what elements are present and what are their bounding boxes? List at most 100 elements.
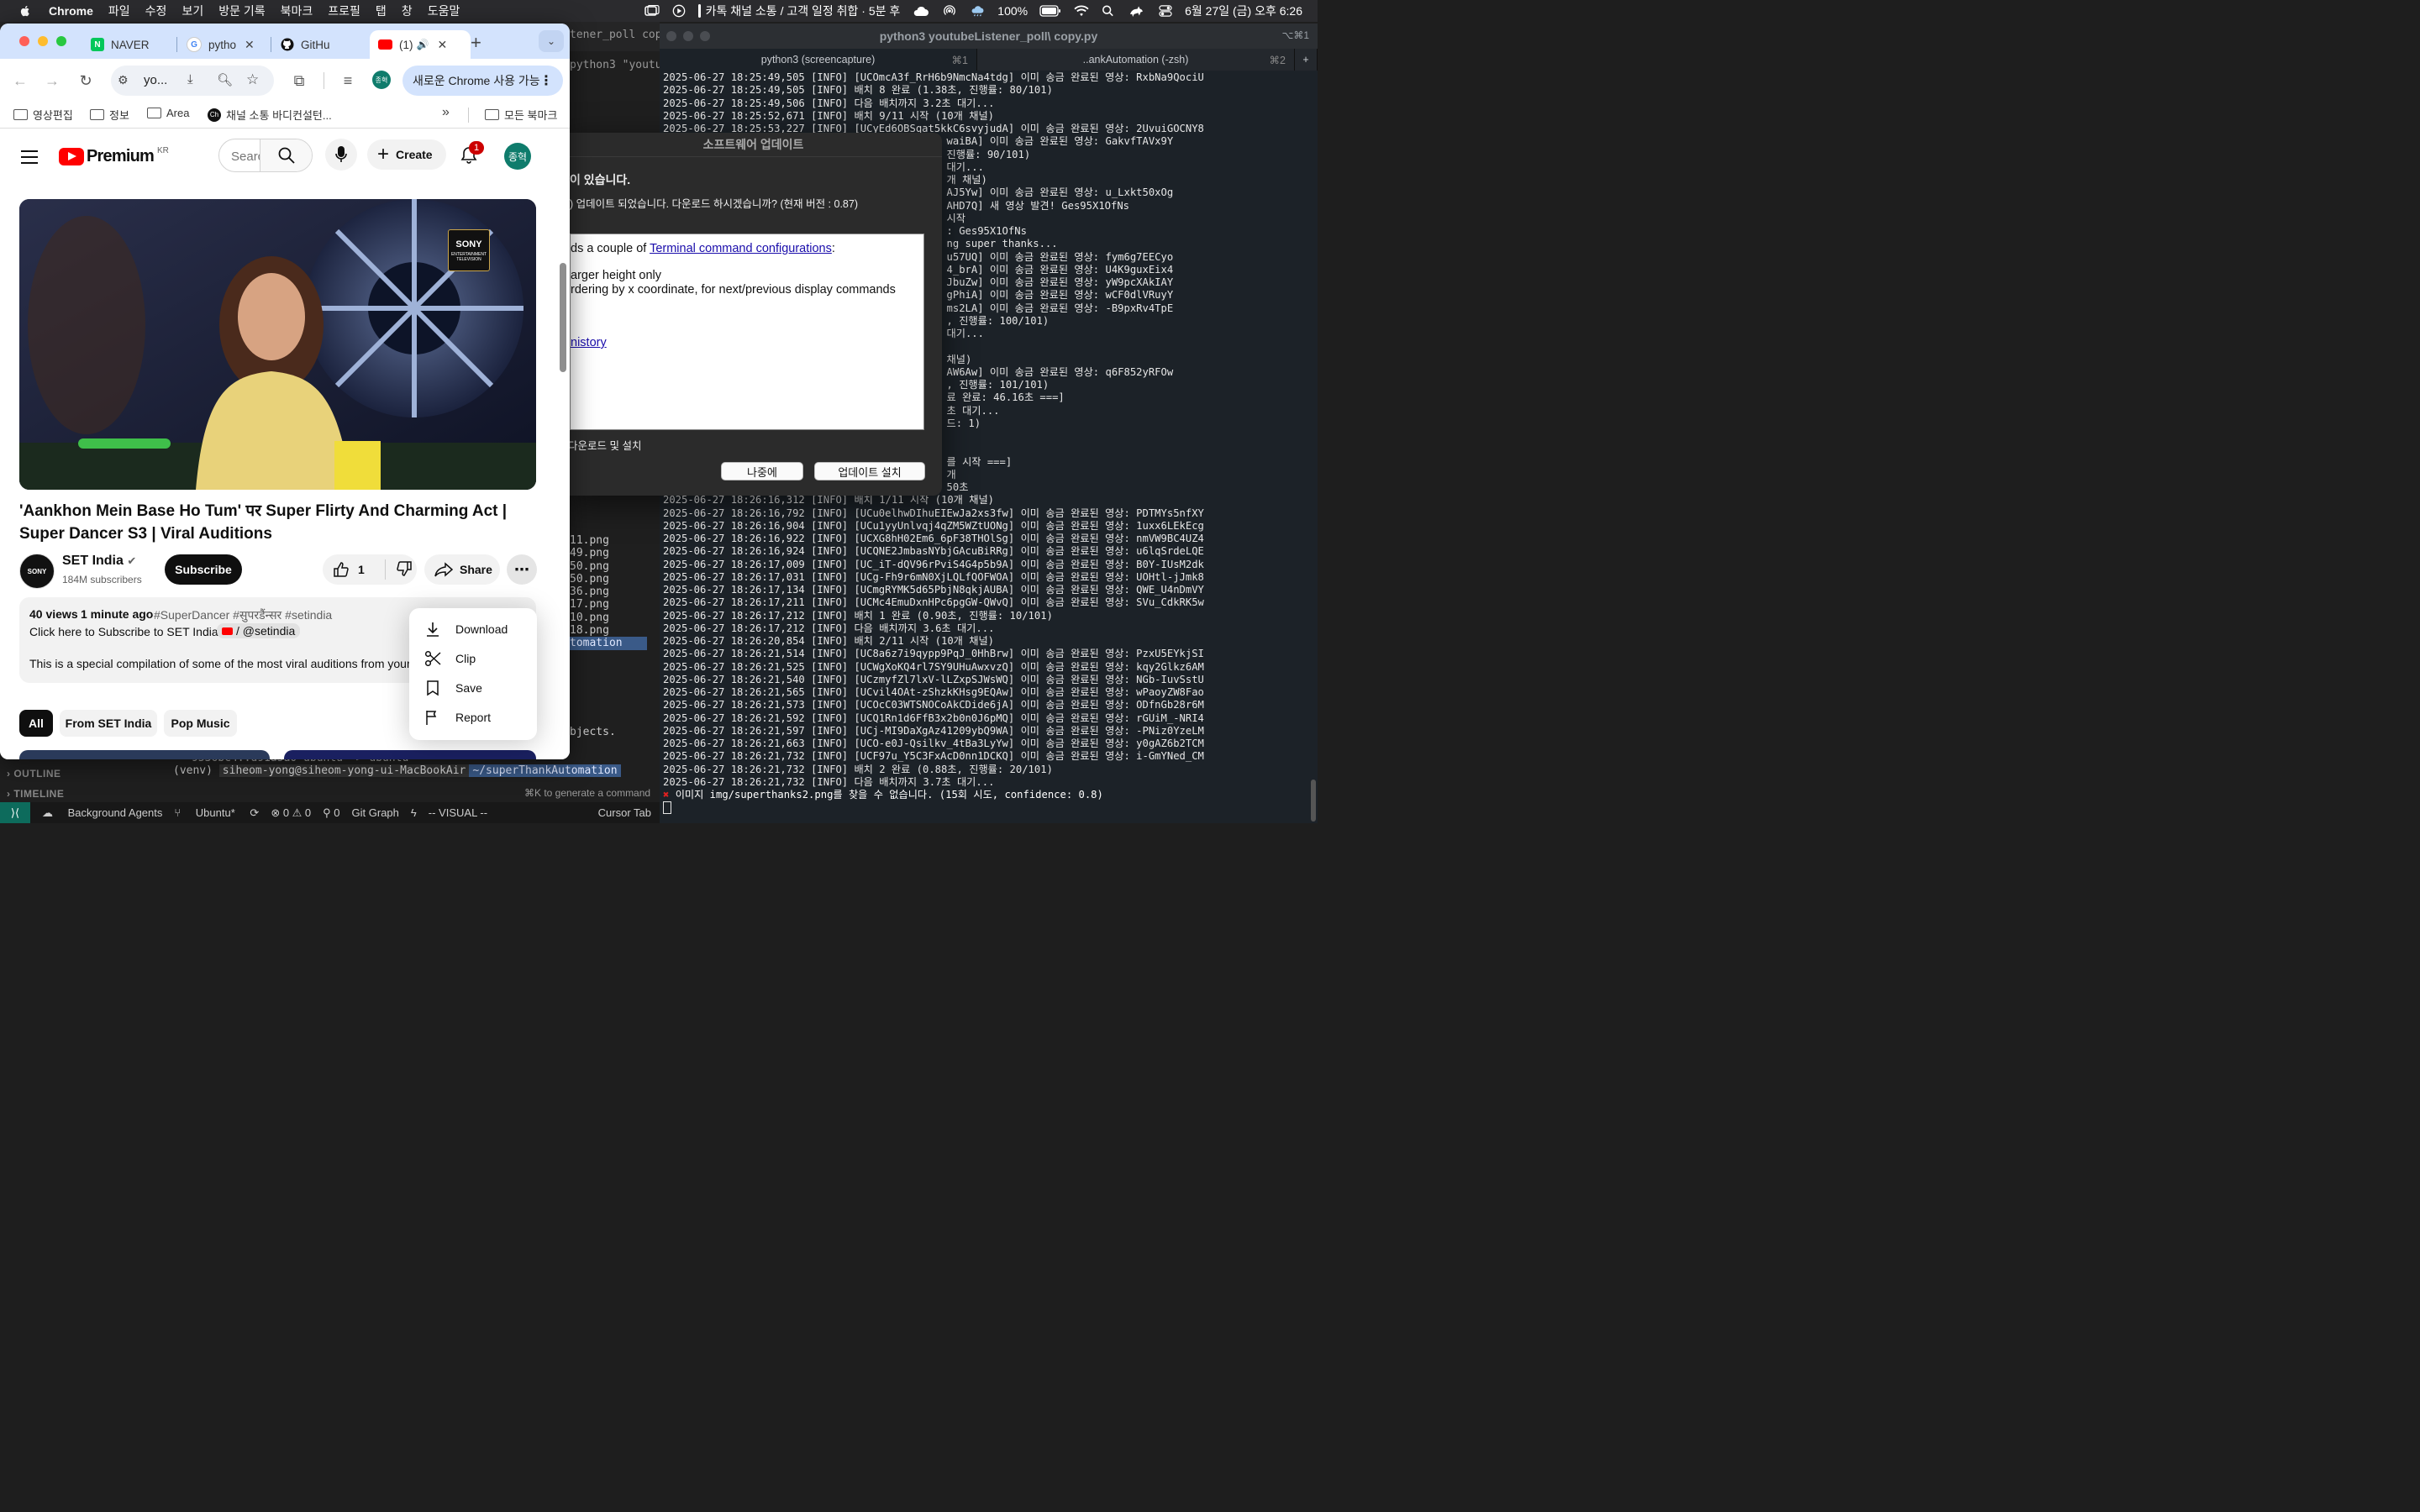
tab-search-chevron-icon[interactable]: ⌄ <box>539 30 564 52</box>
hamburger-menu-icon[interactable] <box>21 150 38 164</box>
menu-file[interactable]: 파일 <box>108 3 130 19</box>
cat-app-icon[interactable] <box>1126 5 1146 17</box>
bookmark-all[interactable]: 모든 북마크 <box>485 107 557 123</box>
menu-bookmarks[interactable]: 북마크 <box>281 3 313 19</box>
calendar-event[interactable]: 카톡 채널 소통 / 고객 일정 취합 · 5분 후 <box>697 3 900 19</box>
minimize-button[interactable] <box>38 36 48 46</box>
channel-avatar[interactable]: SONY <box>19 554 55 589</box>
bookmark-folder-area[interactable]: Area <box>147 107 189 119</box>
wifi-icon[interactable] <box>1073 5 1090 17</box>
bookmarks-overflow-chevron-icon[interactable]: » <box>442 105 450 120</box>
zoom-button[interactable] <box>700 31 710 41</box>
minimize-button[interactable] <box>683 31 693 41</box>
channel-handle-chip[interactable]: / @setindia <box>217 623 301 638</box>
close-button[interactable] <box>19 36 29 46</box>
timeline-section[interactable]: › TIMELINE <box>7 788 64 800</box>
status-problems[interactable]: ⊗ 0 ⚠ 0 <box>271 806 311 820</box>
bookmark-channel[interactable]: Ch 채널 소통 바디컨설턴... <box>208 107 332 123</box>
voice-search-button[interactable] <box>325 139 357 171</box>
weather-icon[interactable] <box>969 5 986 17</box>
profile-avatar[interactable]: 종혁 <box>372 71 391 89</box>
terminal-tab-1[interactable]: python3 (screencapture) ⌘1 <box>660 49 977 71</box>
recommended-thumbnail[interactable] <box>284 750 536 759</box>
status-background-agents[interactable]: ☁ Background Agents <box>42 806 162 820</box>
menu-item-report[interactable]: Report <box>409 702 537 732</box>
create-button[interactable]: + Create <box>367 139 446 170</box>
bookmark-star-icon[interactable]: ☆ <box>246 71 259 88</box>
terminal-config-link[interactable]: Terminal command configurations <box>650 242 832 255</box>
forward-icon[interactable]: → <box>44 72 60 89</box>
lightning-icon[interactable]: ϟ <box>411 806 417 819</box>
status-cursor-tab[interactable]: Cursor Tab <box>598 806 651 819</box>
youtube-premium-logo[interactable]: Premium KR <box>59 146 169 166</box>
window-icon[interactable] <box>644 5 660 17</box>
auto-download-option[interactable]: 다운로드 및 설치 <box>568 437 641 453</box>
install-update-button[interactable]: 업데이트 설치 <box>814 462 925 480</box>
menu-view[interactable]: 보기 <box>182 3 203 19</box>
more-actions-icon[interactable]: ⋯ <box>507 554 537 585</box>
menu-profile[interactable]: 프로필 <box>328 3 360 19</box>
later-button[interactable]: 나중에 <box>721 462 803 480</box>
history-link[interactable]: nistory <box>571 336 607 349</box>
chip-from-set-india[interactable]: From SET India <box>60 710 157 737</box>
tab-close-icon[interactable]: ✕ <box>245 38 255 52</box>
url-text[interactable]: yo... <box>144 73 167 87</box>
status-git-graph[interactable]: Git Graph <box>352 806 399 819</box>
media-control-icon[interactable]: ≡ <box>339 72 356 89</box>
tab-naver[interactable]: N NAVER <box>91 30 175 59</box>
status-ports[interactable]: ⚲ 0 <box>323 806 339 820</box>
site-settings-icon[interactable]: ⚙ <box>118 73 129 87</box>
terminal-tab-2[interactable]: ..ankAutomation (-zsh) ⌘2 <box>977 49 1295 71</box>
chip-all[interactable]: All <box>19 710 53 737</box>
menu-item-clip[interactable]: Clip <box>409 643 537 673</box>
page-scrollbar[interactable] <box>560 263 566 372</box>
menu-help[interactable]: 도움말 <box>428 3 460 19</box>
zoom-button[interactable] <box>56 36 66 46</box>
battery-icon[interactable] <box>1039 5 1061 17</box>
channel-name[interactable]: SET India ✔ <box>62 554 136 569</box>
menu-edit[interactable]: 수정 <box>145 3 167 19</box>
subscribe-button[interactable]: Subscribe <box>165 554 242 585</box>
remote-indicator[interactable]: ⟩⟨ <box>0 802 30 823</box>
install-app-icon[interactable]: ⤓ <box>187 72 193 87</box>
hashtags[interactable]: #SuperDancer #सुपरडैंन्सर #setindia <box>154 607 332 623</box>
share-button[interactable]: Share <box>424 554 500 585</box>
terminal-scrollbar[interactable] <box>1311 780 1316 822</box>
new-tab-button[interactable]: + <box>1295 49 1318 71</box>
close-button[interactable] <box>666 31 676 41</box>
new-tab-button[interactable]: + <box>471 32 481 54</box>
more-vert-icon[interactable]: ⋮ <box>539 72 553 89</box>
apple-icon[interactable] <box>18 4 32 18</box>
airdrop-icon[interactable] <box>942 4 957 18</box>
recommended-thumbnail[interactable] <box>19 750 270 759</box>
cloud-icon[interactable] <box>912 5 930 17</box>
control-center-icon[interactable] <box>1158 5 1173 17</box>
back-icon[interactable]: ← <box>12 72 29 89</box>
menu-tab[interactable]: 탭 <box>376 3 387 19</box>
like-button[interactable]: 1 <box>333 561 375 578</box>
tab-close-icon[interactable]: ✕ <box>437 38 447 52</box>
speaker-icon[interactable]: 🔊 <box>417 39 429 50</box>
zoom-icon[interactable]: 🔍︎ <box>217 72 233 87</box>
bookmark-folder-video-edit[interactable]: 영상편집 <box>13 107 73 123</box>
menu-history[interactable]: 방문 기록 <box>218 3 265 19</box>
reload-icon[interactable]: ↻ <box>77 72 94 89</box>
bookmark-folder-info[interactable]: 정보 <box>90 107 129 123</box>
spotlight-icon[interactable] <box>1102 5 1114 17</box>
extensions-icon[interactable]: ⧉ <box>291 72 308 89</box>
video-player[interactable]: SONY ENTERTAINMENT TELEVISION <box>19 199 536 490</box>
menu-app-name[interactable]: Chrome <box>49 4 93 18</box>
outline-section[interactable]: › OUTLINE <box>7 768 61 780</box>
menu-window[interactable]: 창 <box>402 3 413 19</box>
tab-github[interactable]: GitHu <box>281 30 365 59</box>
account-avatar[interactable]: 종혁 <box>504 143 531 170</box>
menu-item-download[interactable]: Download <box>409 614 537 643</box>
search-box[interactable] <box>218 139 313 172</box>
tab-google[interactable]: G pytho ✕ <box>187 30 271 59</box>
status-branch[interactable]: ⑂ Ubuntu* ⟳ <box>174 806 259 820</box>
address-bar[interactable]: ⚙ yo... ⤓ 🔍︎ ☆ <box>111 66 274 96</box>
menu-item-save[interactable]: Save <box>409 673 537 702</box>
menubar-clock[interactable]: 6월 27일 (금) 오후 6:26 <box>1185 3 1302 19</box>
play-circle-icon[interactable] <box>671 4 687 18</box>
dislike-button[interactable] <box>396 560 413 580</box>
